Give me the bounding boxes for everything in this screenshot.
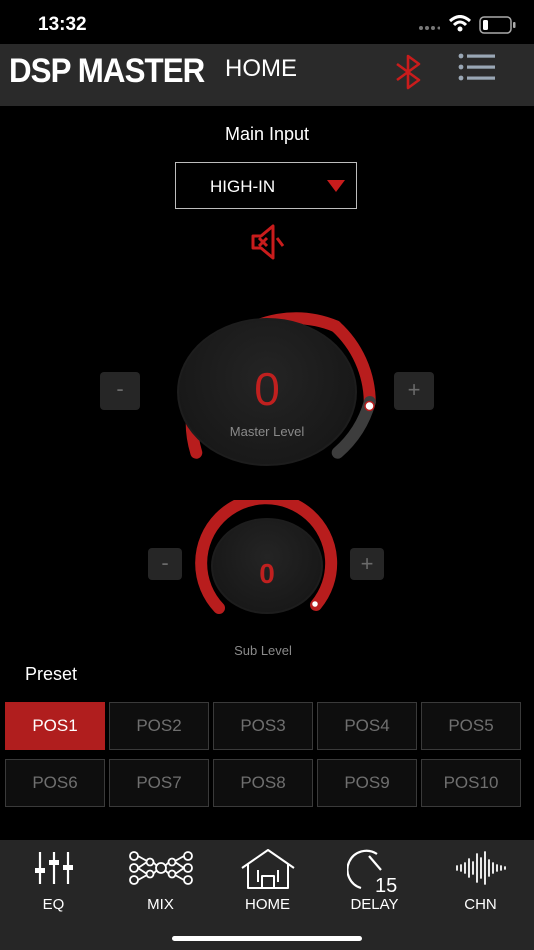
bottom-tab-bar: EQ MIX HOME 15 DELAY CHN [0,840,534,950]
preset-pos8-button[interactable]: POS8 [213,759,313,807]
main-input-label: Main Input [224,124,310,144]
tab-delay[interactable]: 15 DELAY [321,840,428,930]
preset-pos2-button[interactable]: POS2 [109,702,209,750]
preset-label: Preset [25,664,78,684]
bluetooth-icon[interactable] [393,54,425,90]
signal-dots-icon [419,26,440,30]
app-header: DSP MASTER HOME [0,44,534,106]
status-bar: 13:32 [0,0,534,44]
tab-chn-label: CHN [464,896,497,913]
preset-pos9-button[interactable]: POS9 [317,759,417,807]
home-indicator[interactable] [172,936,362,941]
tab-home[interactable]: HOME [214,840,321,930]
tab-eq[interactable]: EQ [0,840,107,930]
tab-chn[interactable]: CHN [427,840,534,930]
tab-eq-label: EQ [42,896,65,913]
main-input-value: HIGH-IN [210,177,276,196]
sub-plus-button[interactable]: + [350,548,384,580]
sub-minus-button[interactable]: - [148,548,182,580]
delay-timer-icon: 15 [346,849,397,894]
preset-pos3-button[interactable]: POS3 [213,702,313,750]
master-level-value: 0 [254,363,280,415]
sub-level-value: 0 [259,558,275,589]
sub-level-label: Sub Level [234,643,292,658]
menu-icon[interactable] [458,52,498,84]
tab-delay-label: DELAY [350,896,399,913]
sliders-icon [34,852,73,884]
dropdown-arrow-icon [327,180,345,192]
main-input-select[interactable]: HIGH-IN [175,162,357,209]
master-plus-button[interactable]: + [394,372,434,410]
master-level-knob[interactable]: 0 Master Level [177,318,357,466]
delay-badge-number: 15 [375,875,397,894]
home-icon [240,849,295,889]
master-level-label: Master Level [229,424,305,439]
preset-pos1-button[interactable]: POS1 [5,702,105,750]
tab-mix[interactable]: MIX [107,840,214,930]
preset-pos4-button[interactable]: POS4 [317,702,417,750]
tab-mix-label: MIX [147,896,174,913]
mix-network-icon [128,851,193,885]
preset-pos5-button[interactable]: POS5 [421,702,521,750]
battery-icon [479,16,516,34]
page-title: HOME [225,55,297,82]
preset-pos7-button[interactable]: POS7 [109,759,209,807]
wifi-icon [449,15,471,32]
tab-home-label: HOME [245,896,290,913]
preset-pos10-button[interactable]: POS10 [421,759,521,807]
brand-logo: DSP MASTER [9,52,205,90]
status-time: 13:32 [38,14,87,35]
master-minus-button[interactable]: - [100,372,140,410]
speaker-mute-icon[interactable] [250,222,286,262]
sub-level-knob[interactable]: 0 [211,518,323,614]
preset-pos6-button[interactable]: POS6 [5,759,105,807]
waveform-icon [455,851,506,885]
